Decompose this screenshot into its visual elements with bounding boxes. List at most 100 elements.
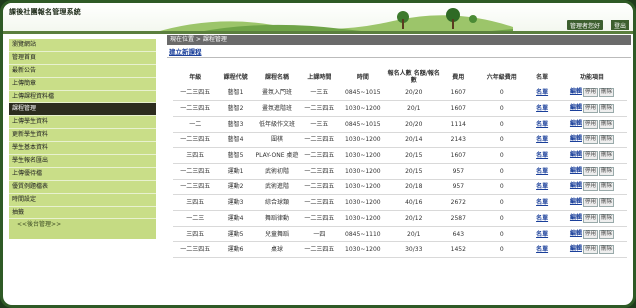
sidebar-item[interactable]: 課程管理 [9,103,156,117]
disable-button[interactable]: 停用 [582,166,598,176]
table-cell: 2587 [440,210,477,227]
disable-button[interactable]: 停用 [582,104,598,114]
sidebar-item[interactable]: 上傳優待檔 [9,167,156,181]
breadcrumb: 現在位置 > 課程管理 [167,35,631,45]
roster-link[interactable]: 名單 [536,246,548,253]
delete-button[interactable]: 刪除 [598,229,614,239]
delete-button[interactable]: 刪除 [598,119,614,129]
edit-link[interactable]: 編輯 [570,120,582,127]
sidebar-item[interactable]: 優質例題檔表 [9,180,156,194]
table-cell: 一二三四五 [300,179,339,196]
table-cell: 一二三 [173,210,218,227]
sidebar-item[interactable]: 管理首頁 [9,51,156,65]
edit-link[interactable]: 編輯 [570,135,582,142]
table-cell: 1030~1200 [338,241,388,259]
disable-button[interactable]: 停用 [582,182,598,192]
roster-link[interactable]: 名單 [536,168,548,175]
sidebar-item[interactable]: 最新公告 [9,64,156,78]
edit-link[interactable]: 編輯 [570,182,582,189]
roster-link[interactable]: 名單 [536,215,548,222]
table-cell: 一二三四五 [300,210,339,227]
delete-button[interactable]: 刪除 [598,198,614,208]
table-cell: 藝智1 [217,85,254,102]
disable-button[interactable]: 停用 [582,213,598,223]
table-cell: 0 [476,241,528,259]
sidebar-item[interactable]: 抽籤 [9,206,156,220]
roster-link[interactable]: 名單 [536,199,548,206]
table-cell: 藝智3 [217,116,254,133]
table-cell: 0 [476,116,528,133]
disable-button[interactable]: 停用 [582,135,598,145]
disable-button[interactable]: 停用 [582,245,598,255]
delete-button[interactable]: 刪除 [598,104,614,114]
delete-button[interactable]: 刪除 [598,151,614,161]
delete-button[interactable]: 刪除 [598,213,614,223]
table-cell: 1030~1200 [338,147,388,164]
sidebar-item[interactable]: 學生基本資料 [9,142,156,156]
edit-link[interactable]: 編輯 [570,104,582,111]
sidebar-item[interactable]: 上傳簡章 [9,77,156,91]
table-row: 三四五 運動5 兒童舞蹈 一四 0845~1110 20/1 643 0 名單 編輯 停用 刪除 [173,226,627,243]
disable-button[interactable]: 停用 [582,229,598,239]
table-cell: 1030~1200 [338,132,388,149]
delete-button[interactable]: 刪除 [598,135,614,145]
table-cell: 一二三四五 [173,100,218,117]
edit-link[interactable]: 編輯 [570,214,582,221]
sidebar-item[interactable]: 瀏覽網站 [9,39,156,52]
table-cell: 957 [440,163,477,180]
table-cell: 一二三四五 [300,163,339,180]
roster-link[interactable]: 名單 [536,152,548,159]
sidebar-item[interactable]: 更新學生資料 [9,129,156,143]
table-cell: 0 [476,163,528,180]
table-cell: 一二三四五 [300,241,339,259]
sidebar-item[interactable]: 學生報名匯出 [9,155,156,168]
edit-link[interactable]: 編輯 [570,245,582,252]
table-row: 三四五 藝智5 PLAY-ONE 桌遊 一二三四五 1030~1200 20/15 1607… [173,147,627,164]
actions-cell: 編輯 停用 刪除 [556,147,627,164]
list-cell: 名單 [527,100,557,117]
table-cell: 1607 [440,100,477,117]
delete-button[interactable]: 刪除 [598,88,614,98]
table-cell: 20/14 [387,132,441,149]
table-cell: 圍棋 [253,132,301,149]
table-cell: 三四五 [173,226,218,243]
actions-cell: 編輯 停用 刪除 [556,132,627,149]
edit-link[interactable]: 編輯 [570,151,582,158]
table-cell: PLAY-ONE 桌遊 [253,147,301,164]
roster-link[interactable]: 名單 [536,183,548,190]
edit-link[interactable]: 編輯 [570,230,582,237]
disable-button[interactable]: 停用 [582,198,598,208]
logout-button[interactable]: 登出 [610,20,629,30]
list-cell: 名單 [527,147,557,164]
disable-button[interactable]: 停用 [582,88,598,98]
list-cell: 名單 [527,163,557,180]
delete-button[interactable]: 刪除 [598,166,614,176]
disable-button[interactable]: 停用 [582,151,598,161]
table-cell: 三四五 [173,147,218,164]
table-cell: 一二三四五 [173,85,218,102]
delete-button[interactable]: 刪除 [598,245,614,255]
disable-button[interactable]: 停用 [582,119,598,129]
add-course-link[interactable]: 建立新課程 [169,46,202,56]
delete-button[interactable]: 刪除 [598,182,614,192]
roster-link[interactable]: 名單 [536,89,548,96]
table-cell: 20/1 [387,100,441,117]
edit-link[interactable]: 編輯 [570,198,582,205]
edit-link[interactable]: 編輯 [570,167,582,174]
sidebar-footer-link[interactable]: <<後台管理>> [9,219,156,231]
table-cell: 一二三四五 [300,194,339,211]
table-cell: 桌球 [253,241,301,259]
table-cell: 運動5 [217,226,254,243]
sidebar-item[interactable]: 時間設定 [9,193,156,207]
edit-link[interactable]: 編輯 [570,88,582,95]
actions-cell: 編輯 停用 刪除 [556,100,627,117]
course-table: 年級 課程代號 課程名稱 上課時間 時間 報名人數 名額/報名數 費用 六年級費用 名單 功能項目… [173,69,627,259]
roster-link[interactable]: 名單 [536,231,548,238]
roster-link[interactable]: 名單 [536,105,548,112]
roster-link[interactable]: 名單 [536,136,548,143]
table-row: 一二三四五 運動1 武術初階 一二三四五 1030~1200 20/15 957 0 名單 編輯停… [173,163,627,180]
sidebar-item[interactable]: 上傳學生資料 [9,116,156,130]
sidebar-item[interactable]: 上傳課程資料檔 [9,90,156,104]
table-cell: 一二三四五 [173,163,218,180]
roster-link[interactable]: 名單 [536,121,548,128]
